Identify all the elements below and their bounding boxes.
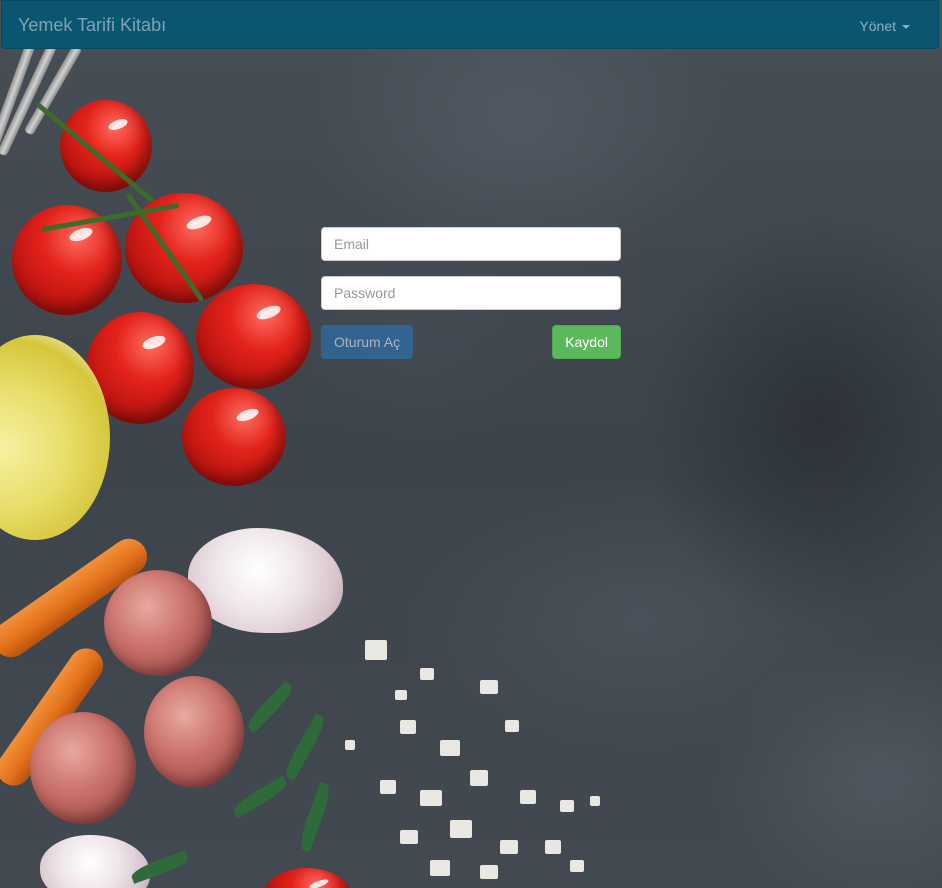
salt-crystal	[500, 840, 518, 854]
caret-down-icon	[902, 24, 910, 29]
page: Yemek Tarifi Kitabı Yönet Oturum Aç Kayd…	[0, 0, 942, 888]
manage-dropdown[interactable]: Yönet	[859, 18, 910, 34]
salt-crystal	[430, 860, 450, 876]
password-field[interactable]	[321, 276, 621, 310]
salt-crystal	[400, 720, 416, 734]
login-form: Oturum Aç Kaydol	[321, 227, 621, 359]
salt-crystal	[570, 860, 584, 872]
tomato	[182, 388, 286, 486]
tomato	[60, 100, 152, 192]
salt-crystal	[380, 780, 396, 794]
potato	[30, 712, 136, 824]
potato	[144, 676, 244, 788]
salt-crystal	[420, 668, 434, 680]
salt-crystal	[365, 640, 387, 660]
login-button[interactable]: Oturum Aç	[321, 325, 414, 359]
salt-crystal	[520, 790, 536, 804]
manage-dropdown-label: Yönet	[859, 18, 896, 34]
salt-crystal	[480, 865, 498, 879]
salt-crystal	[420, 790, 442, 806]
email-field[interactable]	[321, 227, 621, 261]
salt-crystal	[400, 830, 418, 844]
potato	[104, 570, 212, 676]
salt-crystal	[395, 690, 407, 700]
salt-crystal	[545, 840, 561, 854]
salt-crystal	[440, 740, 460, 756]
tomato	[196, 284, 311, 389]
form-actions: Oturum Aç Kaydol	[321, 325, 621, 359]
salt-crystal	[470, 770, 488, 786]
salt-crystal	[345, 740, 355, 750]
salt-crystal	[480, 680, 498, 694]
salt-crystal	[590, 796, 600, 806]
salt-crystal	[505, 720, 519, 732]
register-button[interactable]: Kaydol	[552, 325, 621, 359]
salt-crystal	[450, 820, 472, 838]
salt-crystal	[560, 800, 574, 812]
navbar-brand[interactable]: Yemek Tarifi Kitabı	[18, 15, 166, 36]
navbar: Yemek Tarifi Kitabı Yönet	[1, 0, 939, 49]
